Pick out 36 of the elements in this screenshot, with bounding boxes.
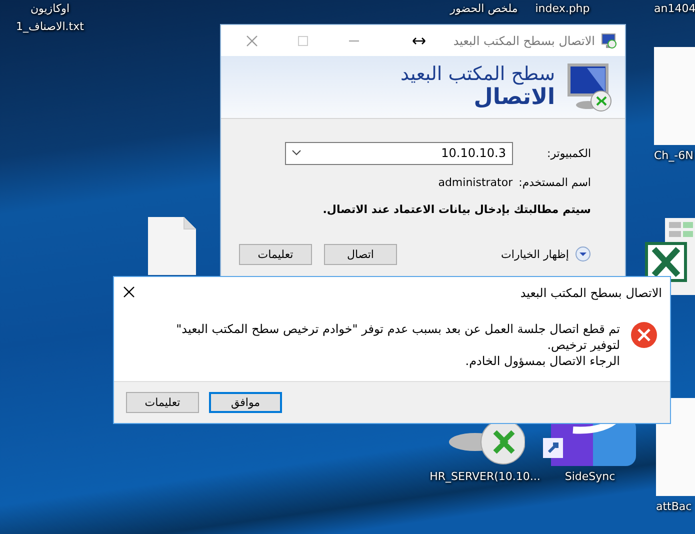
desktop-icon-label[interactable]: attBac [656, 500, 692, 514]
dialog-button[interactable]: تعليمات [126, 392, 199, 413]
close-icon [123, 286, 135, 298]
desktop-icon-label[interactable]: SideSync [564, 470, 616, 484]
error-message: تم قطع اتصال جلسة العمل عن بعد بسبب عدم توفر "خوادم ترخيص سطح المكتب البعيد" لتوفير ترخيص. [175, 321, 620, 353]
dialog-title: الاتصال بسطح المكتب البعيد [519, 286, 662, 300]
image-thumbnail-icon [654, 47, 695, 145]
window-title: الاتصال بسطح المكتب البعيد [452, 34, 595, 48]
monitor-icon [567, 61, 613, 113]
desktop-icon-label[interactable]: Ch_-6N [654, 149, 694, 163]
chevron-down-icon [575, 246, 591, 262]
error-icon [630, 321, 658, 349]
desktop-icon-label[interactable]: HR_SERVER(10.10... [430, 470, 540, 484]
desktop-icon-label[interactable]: الاصناف_1.txt [16, 20, 84, 34]
error-message: الرجاء الاتصال بمسؤول الخادم. [464, 353, 620, 369]
maximize-icon [298, 36, 308, 46]
dialog-button[interactable]: تعليمات [239, 244, 312, 264]
desktop-icon-label[interactable]: ملخص الحضور [450, 2, 518, 16]
header-title: الاتصال [472, 85, 555, 111]
close-icon [246, 34, 258, 46]
close-button[interactable] [122, 286, 136, 300]
username-label: اسم المستخدم: [518, 176, 591, 188]
show-options-toggle[interactable]: إظهار الخيارات [501, 246, 591, 262]
computer-combobox[interactable]: 10.10.10.3 [285, 142, 513, 164]
username-value: administrator [438, 176, 513, 188]
credentials-note: سيتم مطالبتك بإدخال بيانات الاعتماد عند الاتصال. [322, 203, 591, 216]
header-subtitle: سطح المكتب البعيد [400, 63, 555, 85]
desktop-icon-label[interactable]: an1404 [654, 2, 695, 16]
chevron-down-icon [292, 150, 301, 156]
dialog-button[interactable]: اتصال [324, 244, 397, 264]
desktop-icon-label[interactable]: اوكازيون [30, 2, 70, 16]
resize-cursor-icon [412, 36, 426, 44]
monitor-icon [601, 32, 617, 48]
computer-label: الكمبيوتر: [547, 146, 591, 160]
dialog-button[interactable]: موافق [209, 392, 282, 413]
desktop-icon-label[interactable]: index.php [535, 2, 590, 16]
